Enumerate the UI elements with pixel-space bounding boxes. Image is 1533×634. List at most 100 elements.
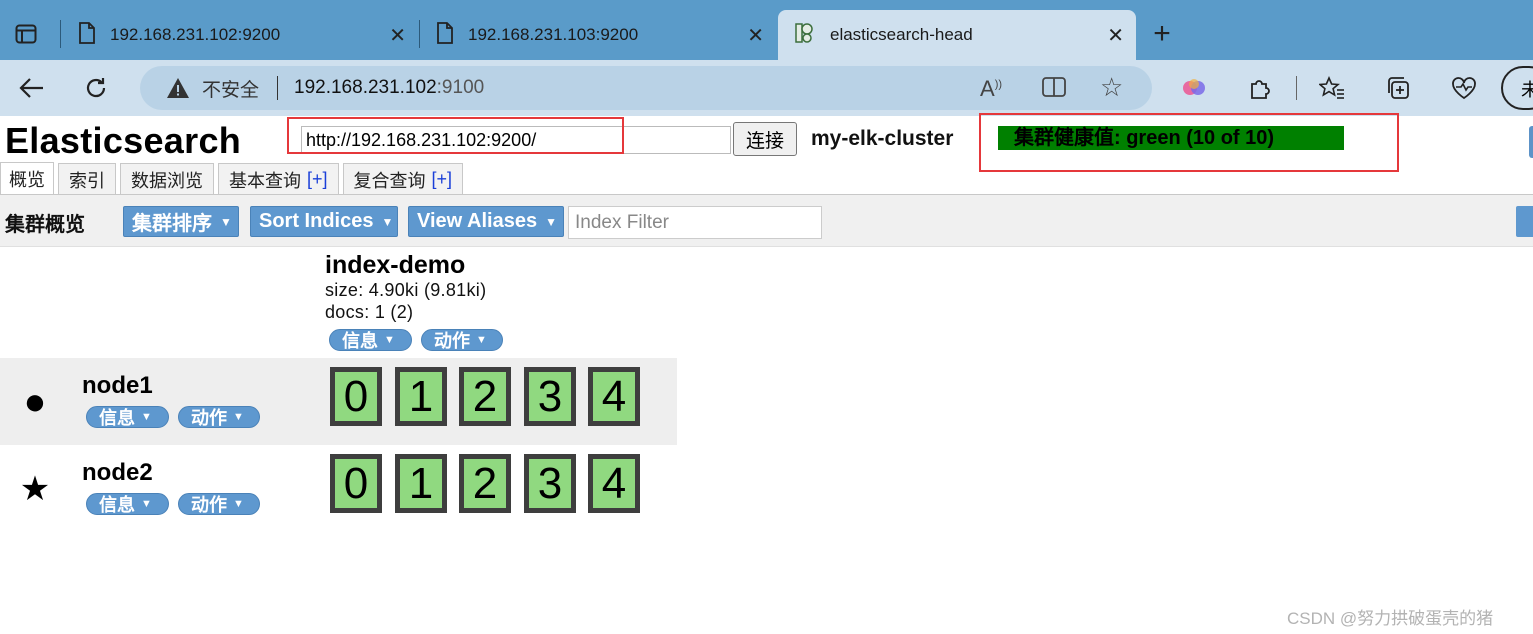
tab-separator: [60, 20, 61, 48]
new-tab-icon[interactable]: +: [1146, 17, 1178, 50]
cluster-name: my-elk-cluster: [811, 127, 954, 150]
tab-label: 基本查询: [229, 170, 301, 191]
index-size: size: 4.90ki (9.81ki): [325, 280, 487, 300]
caret-down-icon: ▼: [141, 411, 152, 423]
sort-indices-button[interactable]: Sort Indices ▼: [250, 206, 398, 237]
address-bar[interactable]: 不安全 192.168.231.102:9100 A)) ☆: [140, 66, 1152, 110]
button-label: 动作: [191, 495, 227, 515]
caret-down-icon: ▼: [476, 334, 487, 346]
star-icon: ★: [19, 470, 51, 508]
close-icon[interactable]: ✕: [389, 23, 406, 48]
tab-indices[interactable]: 索引: [58, 163, 116, 195]
add-tab-link[interactable]: [+]: [432, 169, 453, 190]
tab-compound-query[interactable]: 复合查询 [+]: [342, 163, 464, 195]
index-docs: docs: 1 (2): [325, 302, 414, 322]
browser-toolbar: 不安全 192.168.231.102:9100 A)) ☆ 未: [0, 60, 1533, 116]
collections-icon[interactable]: [1384, 74, 1412, 102]
browser-tab-3[interactable]: elasticsearch-head ✕: [778, 10, 1136, 60]
index-name: index-demo: [325, 251, 466, 279]
shard-box[interactable]: 0: [330, 454, 382, 513]
tab-overview[interactable]: 概览: [0, 162, 54, 195]
close-icon[interactable]: ✕: [747, 23, 764, 48]
node-row: ★ node2 信息 ▼ 动作 ▼ 0 1 2 3 4: [0, 445, 677, 532]
overview-toolbar: 集群概览 集群排序 ▼ Sort Indices ▼ View Aliases ▼ I…: [0, 195, 1533, 247]
shard-box[interactable]: 1: [395, 454, 447, 513]
shard-box[interactable]: 3: [524, 367, 576, 426]
caret-down-icon: ▼: [233, 498, 244, 510]
connect-button[interactable]: 连接: [733, 122, 797, 156]
caret-down-icon: ▼: [384, 334, 395, 346]
tab-actions-icon[interactable]: [10, 18, 42, 50]
shard-box[interactable]: 3: [524, 454, 576, 513]
master-node-icon: ●: [23, 380, 47, 423]
toolbar-title: 集群概览: [5, 214, 85, 236]
shard-box[interactable]: 4: [588, 454, 640, 513]
elasticsearch-head-icon: [792, 21, 816, 50]
browser-tab-1[interactable]: 192.168.231.102:9200 ✕: [62, 10, 418, 60]
add-tab-link[interactable]: [+]: [307, 169, 328, 190]
node-info-button[interactable]: 信息 ▼: [86, 406, 169, 428]
node-name: node2: [82, 459, 153, 486]
browser-tab-bar: 192.168.231.102:9200 ✕ 192.168.231.103:9…: [0, 0, 1533, 60]
browser-tab-2[interactable]: 192.168.231.103:9200 ✕: [420, 10, 776, 60]
refresh-icon[interactable]: [80, 72, 112, 104]
tab-basic-query[interactable]: 基本查询 [+]: [218, 163, 339, 195]
annotation-box-health: [979, 113, 1399, 172]
browser-essentials-icon[interactable]: [1450, 74, 1478, 102]
shard-box[interactable]: 0: [330, 367, 382, 426]
extensions-icon[interactable]: [1246, 74, 1274, 102]
browser-tab-title: 192.168.231.102:9200: [110, 25, 281, 44]
copilot-icon[interactable]: [1180, 74, 1208, 102]
node-info-button[interactable]: 信息 ▼: [86, 493, 169, 515]
browser-tab-title: 192.168.231.103:9200: [468, 25, 639, 44]
sort-cluster-button[interactable]: 集群排序 ▼: [123, 206, 239, 237]
url-host: 192.168.231.102: [294, 77, 437, 98]
shard-box[interactable]: 2: [459, 454, 511, 513]
elasticsearch-head-page: Elasticsearch http://192.168.231.102:920…: [0, 113, 1533, 634]
node-action-button[interactable]: 动作 ▼: [178, 406, 260, 428]
back-arrow-icon[interactable]: [16, 72, 48, 104]
button-label: 信息: [99, 495, 135, 515]
shard-box[interactable]: 2: [459, 367, 511, 426]
app-title: Elasticsearch: [5, 120, 242, 161]
button-label: 信息: [99, 408, 135, 428]
index-action-button[interactable]: 动作 ▼: [421, 329, 503, 351]
url-port: :9100: [436, 77, 485, 98]
index-info-button[interactable]: 信息 ▼: [329, 329, 412, 351]
info-dropdown-button[interactable]: [1529, 126, 1533, 158]
document-icon: [78, 21, 96, 49]
refresh-dropdown-button[interactable]: [1516, 206, 1533, 237]
caret-down-icon: ▼: [141, 498, 152, 510]
close-icon[interactable]: ✕: [1107, 23, 1124, 48]
security-label[interactable]: 不安全: [202, 75, 259, 102]
document-icon: [436, 21, 454, 49]
caret-down-icon: ▼: [545, 214, 557, 229]
split-screen-icon[interactable]: [1042, 76, 1066, 104]
profile-button[interactable]: 未: [1501, 66, 1533, 110]
view-aliases-button[interactable]: View Aliases ▼: [408, 206, 564, 237]
read-aloud-icon[interactable]: A)): [980, 76, 1002, 102]
button-label: View Aliases: [417, 210, 538, 232]
caret-down-icon: ▼: [381, 214, 394, 229]
node-name: node1: [82, 372, 153, 399]
toolbar-separator: [1296, 76, 1297, 100]
node-action-button[interactable]: 动作 ▼: [178, 493, 260, 515]
index-filter-input[interactable]: Index Filter: [568, 206, 822, 239]
app-tabs: 概览 索引 数据浏览 基本查询 [+] 复合查询 [+]: [0, 162, 467, 195]
favorite-star-icon[interactable]: ☆: [1100, 72, 1123, 103]
button-label: 动作: [434, 331, 470, 351]
warning-icon: [166, 76, 190, 100]
button-label: 信息: [342, 331, 378, 351]
watermark: CSDN @努力拱破蛋壳的猪: [1287, 609, 1494, 628]
caret-down-icon: ▼: [233, 411, 244, 423]
favorites-icon[interactable]: [1318, 74, 1346, 102]
tab-browser[interactable]: 数据浏览: [120, 163, 214, 195]
browser-tab-title: elasticsearch-head: [830, 25, 973, 44]
url-text[interactable]: 192.168.231.102:9100: [294, 77, 484, 99]
shard-box[interactable]: 4: [588, 367, 640, 426]
shard-box[interactable]: 1: [395, 367, 447, 426]
button-label: Sort Indices: [259, 210, 374, 232]
tab-label: 概览: [9, 170, 45, 190]
button-label: 动作: [191, 408, 227, 428]
url-separator: [277, 76, 279, 100]
